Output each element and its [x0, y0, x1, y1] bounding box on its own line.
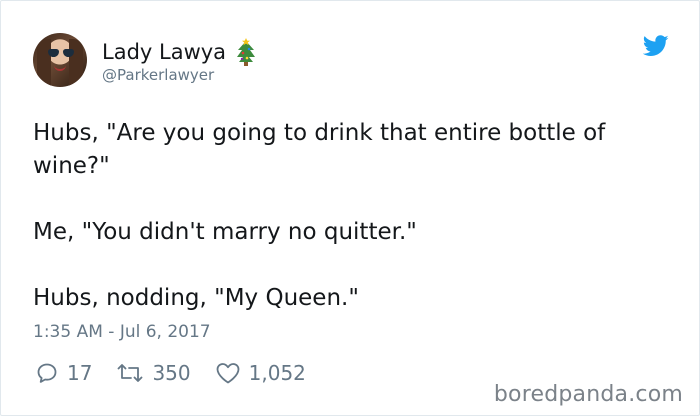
tweet-card: Lady Lawya @Parkerlawyer Hubs, "Are you …: [0, 0, 700, 416]
retweet-button[interactable]: 350: [116, 361, 191, 385]
watermark: boredpanda.com: [493, 382, 683, 407]
heart-icon: [216, 363, 240, 384]
retweet-count: 350: [152, 361, 191, 385]
tweet-text: Hubs, "Are you going to drink that entir…: [33, 120, 606, 311]
user-handle[interactable]: @Parkerlawyer: [102, 66, 214, 84]
retweet-icon: [118, 364, 143, 382]
reply-count: 17: [67, 361, 93, 385]
tweet-timestamp[interactable]: 1:35 AM - Jul 6, 2017: [33, 321, 211, 343]
reply-icon: [37, 363, 57, 383]
like-count: 1,052: [248, 361, 306, 385]
like-button[interactable]: 1,052: [215, 361, 306, 385]
avatar[interactable]: [33, 33, 87, 87]
reply-button[interactable]: 17: [35, 361, 92, 385]
tweet-actions: 17 350 1,052: [35, 361, 330, 385]
christmas-tree-icon: [237, 38, 256, 66]
twitter-bird-icon[interactable]: [643, 35, 669, 57]
author-name-row[interactable]: Lady Lawya: [102, 38, 258, 66]
display-name[interactable]: Lady Lawya: [102, 39, 226, 65]
